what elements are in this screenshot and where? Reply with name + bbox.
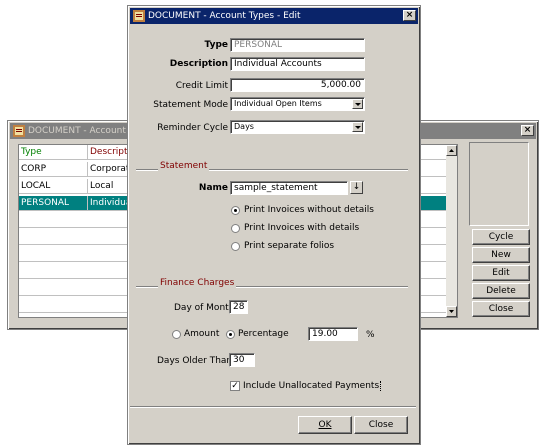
cell-type: PERSONAL xyxy=(19,196,88,211)
document-app-icon xyxy=(133,10,145,22)
chevron-down-icon[interactable] xyxy=(352,122,363,132)
column-header-type[interactable]: Type xyxy=(19,145,88,160)
side-panel xyxy=(469,142,529,226)
credit-limit-label: Credit Limit xyxy=(175,81,228,91)
buttons-separator xyxy=(130,406,416,408)
edit-label: Edit xyxy=(492,268,510,278)
close-button[interactable]: Close xyxy=(354,416,408,434)
statement-name-field[interactable]: sample_statement xyxy=(230,181,348,195)
percent-sign: % xyxy=(366,330,375,340)
scroll-down-icon[interactable] xyxy=(446,306,457,317)
scroll-up-icon[interactable] xyxy=(446,145,457,156)
list-of-values-button[interactable]: ↓ xyxy=(350,181,363,194)
close-list-label: Close xyxy=(488,304,514,314)
edit-button[interactable]: Edit xyxy=(472,265,530,281)
day-of-month-label: Day of Month xyxy=(174,303,235,313)
cycle-button[interactable]: Cycle xyxy=(472,229,530,245)
amount-radio[interactable] xyxy=(172,330,181,339)
print-separate-folios-label[interactable]: Print separate folios xyxy=(244,241,334,251)
percentage-radio[interactable] xyxy=(226,330,235,339)
delete-label: Delete xyxy=(486,286,516,296)
cell-type: CORP xyxy=(19,162,88,177)
delete-button[interactable]: Delete xyxy=(472,283,530,299)
print-with-details-label[interactable]: Print Invoices with details xyxy=(244,223,359,233)
cell-type: LOCAL xyxy=(19,179,88,194)
close-icon[interactable]: × xyxy=(521,125,534,136)
new-label: New xyxy=(491,250,511,260)
close-list-button[interactable]: Close xyxy=(472,301,530,317)
days-older-than-field[interactable]: 30 xyxy=(229,353,255,367)
ok-button[interactable]: OK xyxy=(298,416,352,434)
reminder-cycle-value: Days xyxy=(234,122,254,131)
chevron-down-icon[interactable] xyxy=(352,99,363,109)
document-app-icon xyxy=(13,125,25,137)
statement-mode-value: Individual Open Items xyxy=(234,99,322,108)
ok-label: OK xyxy=(318,420,332,430)
days-older-than-label: Days Older Than xyxy=(157,356,233,366)
new-button[interactable]: New xyxy=(472,247,530,263)
edit-dialog-titlebar[interactable]: DOCUMENT - Account Types - Edit × xyxy=(130,8,418,24)
print-without-details-label[interactable]: Print Invoices without details xyxy=(244,205,374,215)
reminder-cycle-select[interactable]: Days xyxy=(230,120,365,134)
print-without-details-radio[interactable] xyxy=(231,206,240,215)
print-separate-folios-radio[interactable] xyxy=(231,242,240,251)
percentage-label[interactable]: Percentage xyxy=(238,329,289,339)
include-unallocated-checkbox[interactable]: ✓ xyxy=(230,381,240,391)
finance-section-title: Finance Charges xyxy=(158,278,237,288)
type-label: Type xyxy=(204,40,228,50)
description-label: Description xyxy=(169,59,228,69)
edit-dialog-title: DOCUMENT - Account Types - Edit xyxy=(148,11,301,21)
type-field: PERSONAL xyxy=(230,38,365,52)
arrow-down-icon: ↓ xyxy=(352,182,361,192)
close-icon[interactable]: × xyxy=(403,10,416,21)
account-type-edit-dialog: DOCUMENT - Account Types - Edit × Type P… xyxy=(127,5,421,445)
print-with-details-radio[interactable] xyxy=(231,224,240,233)
cycle-label: Cycle xyxy=(488,232,514,242)
percentage-field[interactable]: 19.00 xyxy=(308,327,358,341)
credit-limit-field[interactable]: 5,000.00 xyxy=(230,78,365,92)
statement-mode-label: Statement Mode xyxy=(153,100,228,110)
checkmark-icon: ✓ xyxy=(231,381,239,391)
statement-mode-select[interactable]: Individual Open Items xyxy=(230,97,365,111)
description-field[interactable]: Individual Accounts xyxy=(230,57,365,71)
reminder-cycle-label: Reminder Cycle xyxy=(157,123,228,133)
name-label: Name xyxy=(198,183,228,193)
statement-section-title: Statement xyxy=(158,161,210,171)
include-unallocated-label[interactable]: Include Unallocated Payments xyxy=(243,381,382,391)
day-of-month-field[interactable]: 28 xyxy=(229,300,248,314)
amount-label[interactable]: Amount xyxy=(184,329,219,339)
vertical-scrollbar[interactable] xyxy=(446,145,457,317)
close-label: Close xyxy=(368,420,394,430)
